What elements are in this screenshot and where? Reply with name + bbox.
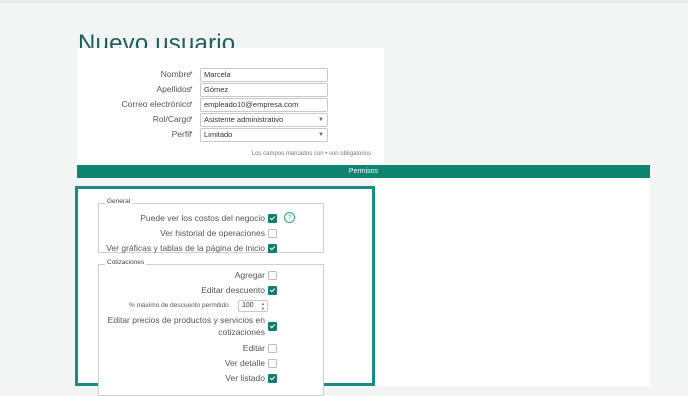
discount-stepper[interactable]: 100 ▲ ▼ (238, 300, 268, 312)
cotizaciones-fieldset: Cotizaciones Agregar Editar descuento % … (98, 259, 324, 396)
permissions-panel: General Puede ver los costos del negocio… (75, 186, 375, 396)
perm-row: Ver listado (99, 373, 323, 387)
perm-label: Editar descuento (201, 285, 265, 295)
nombre-label: Nombre (160, 69, 191, 79)
rol-label: Rol/Cargo (152, 114, 191, 124)
discount-value: 100 (242, 302, 254, 309)
perm-row: Editar descuento (99, 285, 323, 299)
form-row-nombre: Nombre • Marcela (77, 68, 384, 82)
perfil-select-value: Limitado (204, 130, 233, 139)
apellidos-label: Apellidos (156, 84, 192, 94)
chevron-down-icon: ▼ (318, 132, 324, 138)
required-mark: • (190, 130, 193, 137)
required-mark: • (190, 115, 193, 122)
perfil-select[interactable]: Limitado ▼ (200, 128, 328, 142)
perm-row: Ver gráficas y tablas de la página de in… (99, 243, 323, 257)
perm-checkbox[interactable] (268, 271, 277, 280)
perm-label: Agregar (234, 270, 265, 280)
nombre-input[interactable]: Marcela (200, 68, 328, 82)
perm-checkbox[interactable] (268, 322, 277, 331)
help-icon[interactable]: ? (284, 212, 295, 223)
required-mark: • (190, 100, 193, 107)
perm-label: Ver detalle (224, 358, 265, 368)
perm-row: Puede ver los costos del negocio ? (99, 212, 323, 227)
perm-row: Agregar (99, 270, 323, 284)
perm-label-line1: Editar precios de productos y servicios … (107, 315, 265, 325)
perm-row: Editar (99, 343, 323, 357)
rol-select-value: Asistente administrativo (204, 115, 284, 124)
cotizaciones-legend: Cotizaciones (105, 259, 147, 266)
required-mark: • (190, 85, 193, 92)
perm-row: Ver historial de operaciones (99, 228, 323, 242)
stepper-arrows-icon[interactable]: ▲ ▼ (261, 301, 265, 311)
perm-checkbox[interactable] (268, 359, 277, 368)
form-row-perfil: Perfil • Limitado ▼ (77, 128, 384, 142)
perfil-label: Perfil (171, 129, 191, 139)
perm-label: Ver listado (225, 373, 265, 383)
required-mark: • (190, 70, 193, 77)
perm-label-line2: cotizaciones (218, 327, 265, 337)
perm-row: Ver detalle (99, 358, 323, 372)
perm-label: Editar (242, 343, 265, 353)
chevron-down-icon: ▼ (318, 117, 324, 123)
perm-label: Puede ver los costos del negocio (140, 213, 265, 223)
form-row-rol: Rol/Cargo • Asistente administrativo ▼ (77, 113, 384, 127)
perm-label: Ver historial de operaciones (160, 228, 265, 238)
general-legend: General (105, 198, 133, 205)
perm-row: Editar precios de productos y servicios … (99, 315, 323, 341)
required-fields-note: Los campos marcados con • son obligatori… (251, 151, 371, 157)
form-row-apellidos: Apellidos • Gómez (77, 83, 384, 97)
discount-row: % máximo de descuento permitido 100 ▲ ▼ (99, 300, 323, 314)
perm-checkbox[interactable] (268, 229, 277, 238)
user-form: Nombre • Marcela Apellidos • Gómez Corre… (77, 48, 384, 165)
apellidos-input[interactable]: Gómez (200, 83, 328, 97)
correo-label: Correo electrónico (121, 99, 191, 109)
perm-checkbox[interactable] (268, 214, 277, 223)
perm-checkbox[interactable] (268, 344, 277, 353)
perm-label: Ver gráficas y tablas de la página de in… (106, 243, 265, 253)
discount-label: % máximo de descuento permitido (129, 302, 229, 309)
permissions-area (374, 178, 650, 386)
perm-checkbox[interactable] (268, 244, 277, 253)
rol-select[interactable]: Asistente administrativo ▼ (200, 113, 328, 127)
general-fieldset: General Puede ver los costos del negocio… (98, 198, 324, 253)
perm-checkbox[interactable] (268, 286, 277, 295)
form-row-correo: Correo electrónico • empleado10@empresa.… (77, 98, 384, 112)
perm-checkbox[interactable] (268, 374, 277, 383)
correo-input[interactable]: empleado10@empresa.com (200, 98, 328, 112)
top-divider (0, 0, 688, 3)
permissions-header: Permisos (77, 165, 650, 178)
